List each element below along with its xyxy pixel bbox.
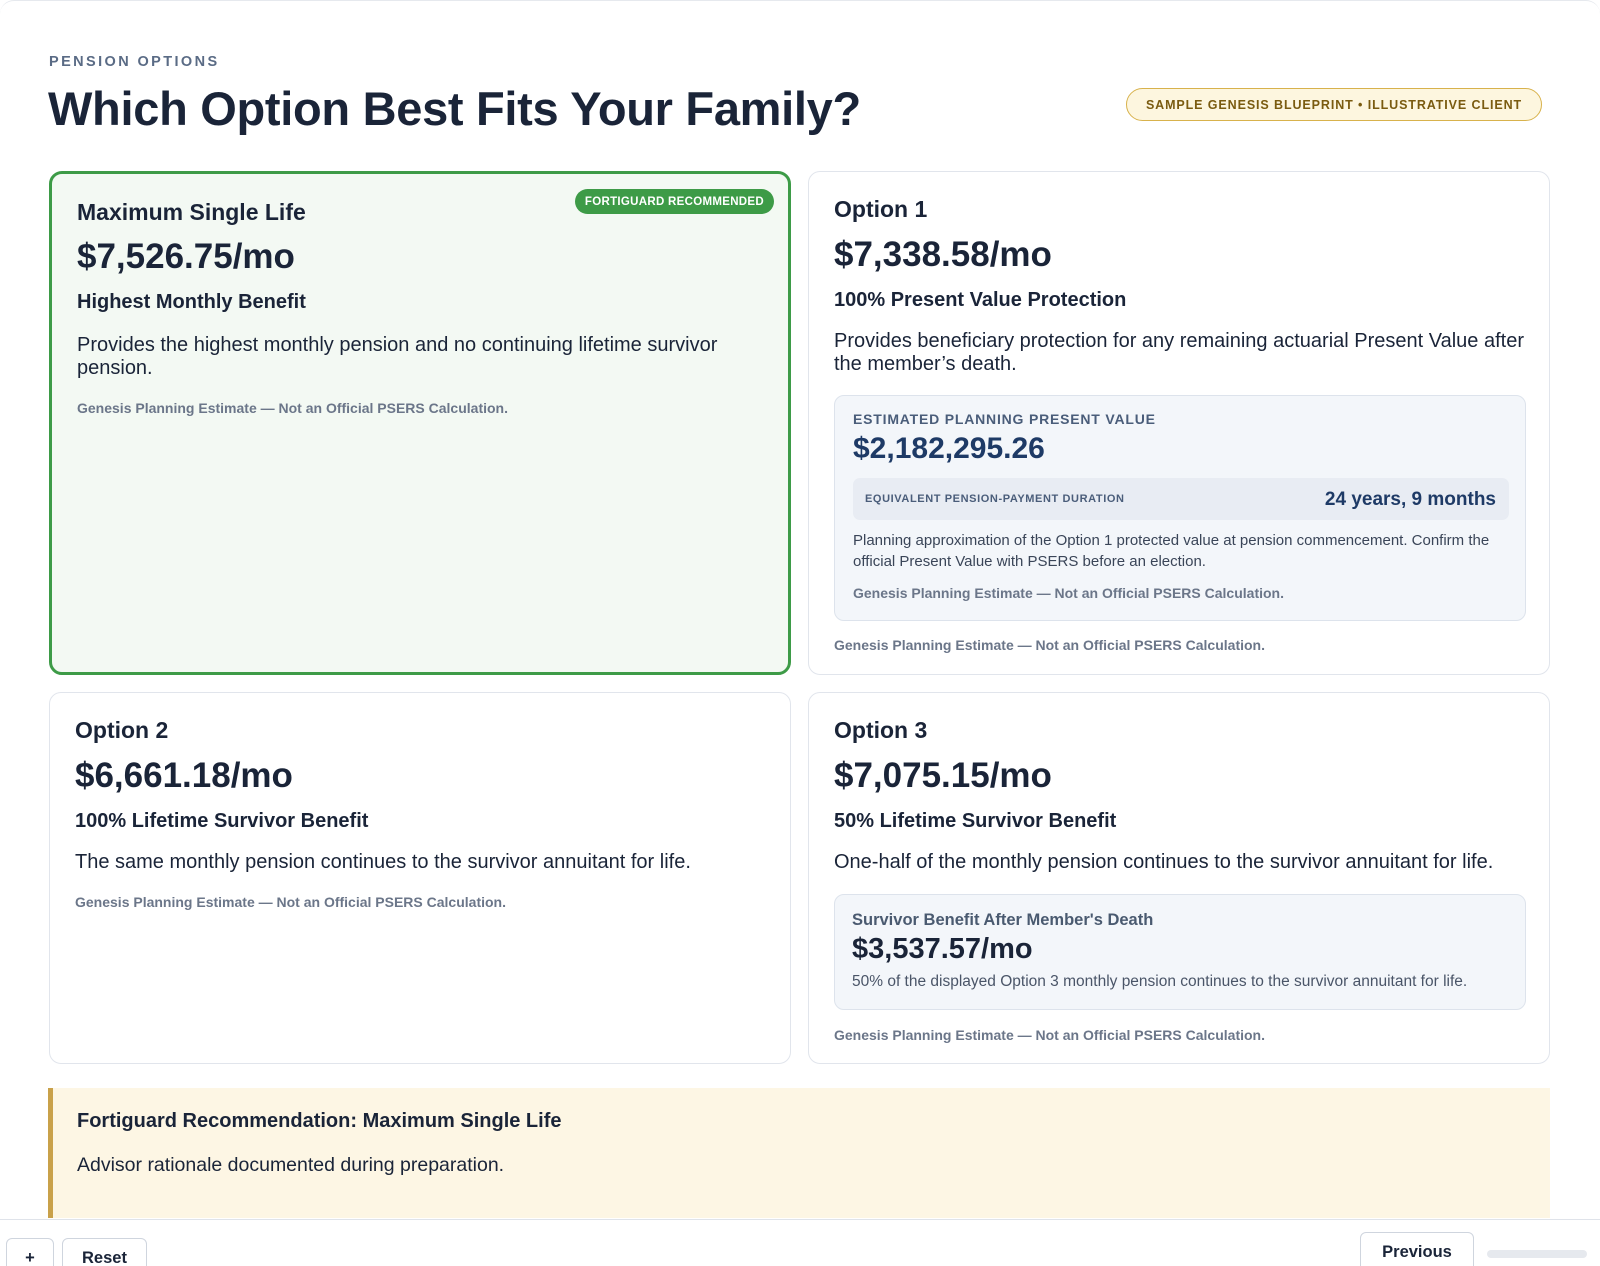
- option-title: Option 3: [834, 717, 928, 743]
- duration-row: EQUIVALENT PENSION-PAYMENT DURATION 24 y…: [853, 478, 1509, 520]
- recommendation-title: Fortiguard Recommendation: Maximum Singl…: [77, 1110, 562, 1132]
- recommendation-panel: Fortiguard Recommendation: Maximum Singl…: [48, 1088, 1550, 1218]
- option-description: Provides beneficiary protection for any …: [834, 330, 1524, 375]
- option-description: Provides the highest monthly pension and…: [77, 334, 718, 379]
- present-value-label: ESTIMATED PLANNING PRESENT VALUE: [853, 411, 1156, 427]
- option-card-option-1[interactable]: Option 1 $7,338.58/mo 100% Present Value…: [808, 171, 1550, 675]
- page-frame: PENSION OPTIONS Which Option Best Fits Y…: [0, 0, 1600, 1266]
- duration-label: EQUIVALENT PENSION-PAYMENT DURATION: [865, 493, 1125, 505]
- survivor-benefit-box: Survivor Benefit After Member's Death $3…: [834, 894, 1526, 1010]
- option-subtitle: 100% Present Value Protection: [834, 289, 1127, 311]
- option-title: Maximum Single Life: [77, 199, 306, 225]
- option-subtitle: 50% Lifetime Survivor Benefit: [834, 810, 1117, 832]
- estimate-disclaimer: Genesis Planning Estimate — Not an Offic…: [834, 1027, 1265, 1043]
- survivor-benefit-note: 50% of the displayed Option 3 monthly pe…: [852, 973, 1468, 990]
- estimate-disclaimer: Genesis Planning Estimate — Not an Offic…: [853, 585, 1284, 601]
- recommended-badge: FORTIGUARD RECOMMENDED: [574, 189, 774, 214]
- option-title: Option 1: [834, 196, 928, 222]
- present-value-amount: $2,182,295.26: [853, 432, 1045, 465]
- survivor-benefit-label: Survivor Benefit After Member's Death: [852, 911, 1154, 929]
- estimate-disclaimer: Genesis Planning Estimate — Not an Offic…: [77, 400, 508, 416]
- option-monthly-amount: $7,526.75/mo: [77, 237, 295, 276]
- option-subtitle: Highest Monthly Benefit: [77, 291, 306, 313]
- estimate-disclaimer: Genesis Planning Estimate — Not an Offic…: [834, 637, 1265, 653]
- option-card-max-single-life[interactable]: FORTIGUARD RECOMMENDED Maximum Single Li…: [49, 171, 791, 675]
- present-value-box: ESTIMATED PLANNING PRESENT VALUE $2,182,…: [834, 395, 1526, 621]
- option-card-option-2[interactable]: Option 2 $6,661.18/mo 100% Lifetime Surv…: [49, 692, 791, 1064]
- option-title: Option 2: [75, 717, 169, 743]
- option-monthly-amount: $7,338.58/mo: [834, 235, 1052, 274]
- page-title: Which Option Best Fits Your Family?: [48, 82, 861, 135]
- estimate-disclaimer: Genesis Planning Estimate — Not an Offic…: [75, 894, 506, 910]
- sample-badge: SAMPLE GENESIS BLUEPRINT • ILLUSTRATIVE …: [1126, 88, 1542, 121]
- option-monthly-amount: $7,075.15/mo: [834, 756, 1052, 795]
- add-button[interactable]: +: [6, 1238, 54, 1266]
- option-description: One-half of the monthly pension continue…: [834, 851, 1494, 873]
- option-monthly-amount: $6,661.18/mo: [75, 756, 293, 795]
- option-subtitle: 100% Lifetime Survivor Benefit: [75, 810, 369, 832]
- footer-bar: + Reset Previous: [0, 1219, 1600, 1266]
- recommendation-text: Advisor rationale documented during prep…: [77, 1154, 505, 1176]
- option-description: The same monthly pension continues to th…: [75, 851, 691, 873]
- present-value-note: Planning approximation of the Option 1 p…: [853, 532, 1490, 570]
- reset-button[interactable]: Reset: [62, 1238, 147, 1266]
- option-card-option-3[interactable]: Option 3 $7,075.15/mo 50% Lifetime Survi…: [808, 692, 1550, 1064]
- section-eyebrow: PENSION OPTIONS: [49, 54, 220, 70]
- progress-track: [1487, 1250, 1587, 1258]
- survivor-benefit-amount: $3,537.57/mo: [852, 933, 1033, 965]
- previous-button[interactable]: Previous: [1360, 1232, 1474, 1266]
- duration-value: 24 years, 9 months: [1324, 489, 1496, 510]
